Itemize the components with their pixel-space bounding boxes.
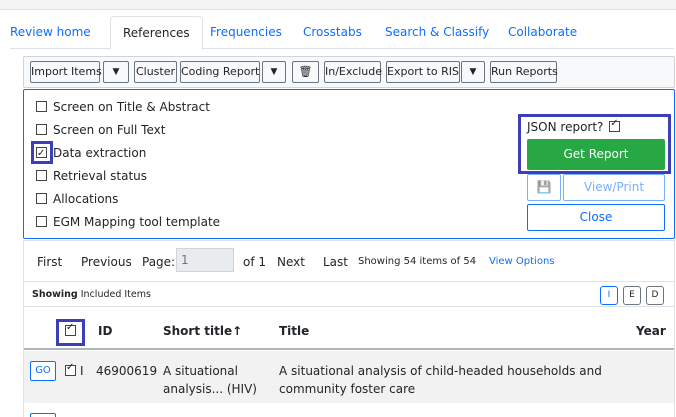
save-icon[interactable]: 💾 [527, 174, 561, 201]
tab-review-home[interactable]: Review home [10, 16, 91, 49]
pager-previous-button[interactable]: Previous [81, 251, 132, 273]
pager-page-label: Page: [142, 255, 176, 269]
tab-collaborate[interactable]: Collaborate [508, 16, 577, 49]
column-title-header[interactable]: Title [279, 324, 309, 338]
row-title-line1: A situational analysis of child-headed h… [279, 364, 602, 378]
tab-search-classify[interactable]: Search & Classify [385, 16, 489, 49]
highlight-json-get-report [518, 114, 671, 174]
pager-first-button[interactable]: First [37, 251, 62, 273]
go-button[interactable]: GO [30, 361, 56, 381]
export-ris-button[interactable]: Export to RIS [386, 61, 460, 83]
showing-count: Showing 54 items of 54 [358, 256, 477, 267]
pager-next-button[interactable]: Next [277, 251, 305, 273]
table-row [24, 404, 674, 417]
showing-included-label: Showing Included Items [32, 289, 151, 300]
in-exclude-button[interactable]: In/Exclude [324, 61, 382, 83]
filter-excluded-button[interactable]: E [623, 286, 641, 305]
checkbox[interactable] [36, 216, 47, 227]
highlight-select-all-checkbox [56, 319, 85, 346]
view-options-link[interactable]: View Options [489, 251, 555, 273]
row-id: 46900619 [96, 364, 158, 378]
report-option-allocations[interactable]: Allocations [36, 189, 118, 209]
import-items-button[interactable]: Import Items [30, 61, 102, 83]
checkbox[interactable] [36, 170, 47, 181]
checkbox[interactable] [36, 124, 47, 135]
tab-crosstabs[interactable]: Crosstabs [303, 16, 362, 49]
run-reports-button[interactable]: Run Reports [490, 61, 558, 83]
top-strip [0, 0, 676, 10]
pager-of-label: of 1 [243, 255, 267, 269]
highlight-data-extraction-checkbox [31, 141, 53, 164]
close-button[interactable]: Close [527, 204, 665, 231]
filter-bar: Showing Included Items I E D [24, 281, 674, 307]
row-checkbox[interactable] [65, 362, 76, 376]
report-option-screen-title-abstract[interactable]: Screen on Title & Abstract [36, 97, 210, 117]
coding-report-dropdown-icon[interactable]: ▼ [262, 61, 286, 83]
column-short-title-header[interactable]: Short title↑ [163, 324, 242, 338]
coding-report-button[interactable]: Coding Report [180, 61, 260, 83]
checkbox[interactable] [36, 101, 47, 112]
trash-icon[interactable]: 🗑 [292, 61, 319, 83]
table-header: ID Short title↑ Title Year [24, 312, 674, 350]
tab-frequencies[interactable]: Frequencies [210, 16, 282, 49]
go-button[interactable] [30, 413, 56, 417]
tab-bar: Review home References Frequencies Cross… [10, 16, 674, 50]
table-row: GO I 46900619 A situational analysis... … [24, 351, 674, 403]
pager-last-button[interactable]: Last [323, 251, 348, 273]
import-items-dropdown-icon[interactable]: ▼ [103, 61, 129, 83]
filter-deleted-button[interactable]: D [646, 286, 664, 305]
view-print-button[interactable]: View/Print [563, 174, 665, 201]
report-option-egm-mapping[interactable]: EGM Mapping tool template [36, 212, 220, 232]
column-id-header[interactable]: ID [98, 324, 112, 338]
cluster-button[interactable]: Cluster [134, 61, 177, 83]
report-option-screen-full-text[interactable]: Screen on Full Text [36, 120, 165, 140]
report-option-retrieval-status[interactable]: Retrieval status [36, 166, 147, 186]
checkbox[interactable] [36, 193, 47, 204]
tab-references[interactable]: References [110, 16, 203, 50]
row-edge-marker: I [80, 364, 84, 378]
column-year-header[interactable]: Year [636, 324, 666, 338]
page-number-input[interactable]: 1 [176, 248, 234, 272]
row-short-title-line2: analysis... (HIV) [163, 382, 257, 396]
row-title-line2: community foster care [279, 382, 416, 396]
row-short-title-line1: A situational [163, 364, 238, 378]
export-ris-dropdown-icon[interactable]: ▼ [461, 61, 485, 83]
filter-included-button[interactable]: I [600, 286, 618, 305]
